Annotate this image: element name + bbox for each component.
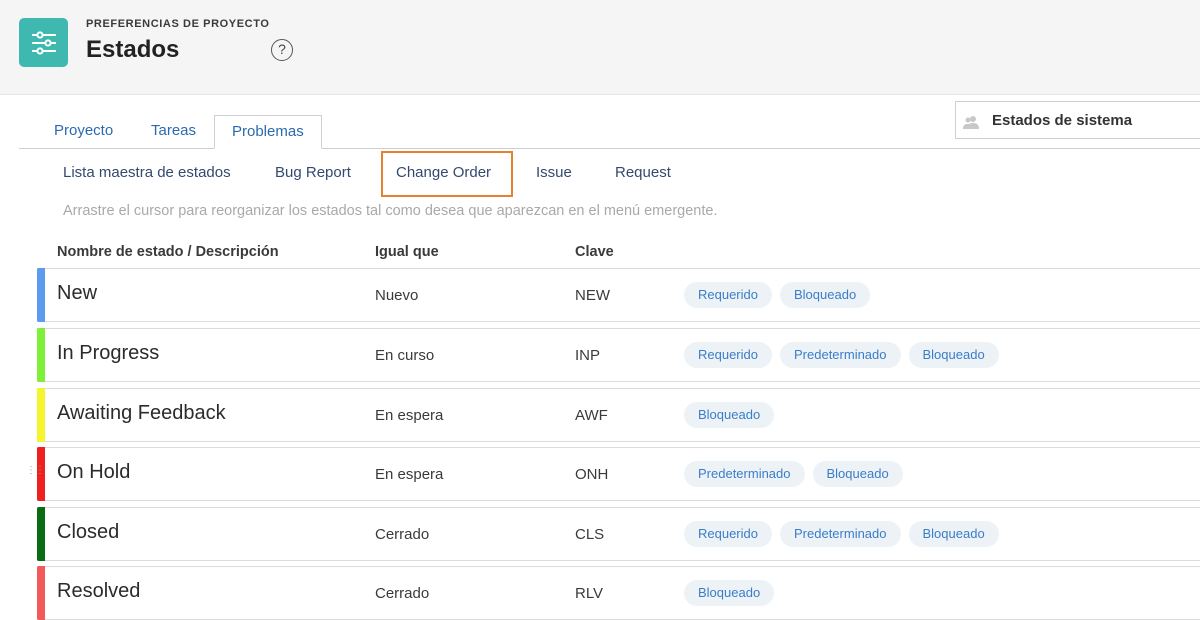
status-row[interactable]: Resolved Cerrado RLV Bloqueado bbox=[37, 566, 1200, 620]
subtab-request[interactable]: Request bbox=[615, 164, 671, 181]
help-icon[interactable]: ? bbox=[271, 39, 293, 61]
status-name[interactable]: Closed bbox=[57, 521, 119, 544]
page-eyebrow: PREFERENCIAS DE PROYECTO bbox=[86, 18, 270, 30]
status-name[interactable]: Resolved bbox=[57, 580, 140, 603]
status-color-bar bbox=[37, 507, 45, 561]
status-key: RLV bbox=[575, 585, 604, 602]
column-header-equal: Igual que bbox=[375, 244, 439, 260]
status-tag: Predeterminado bbox=[684, 461, 805, 487]
subtab-issue[interactable]: Issue bbox=[536, 164, 572, 181]
status-row[interactable]: New Nuevo NEW Requerido Bloqueado bbox=[37, 268, 1200, 322]
status-tags: Predeterminado Bloqueado bbox=[684, 461, 903, 487]
status-row[interactable]: Awaiting Feedback En espera AWF Bloqueado bbox=[37, 388, 1200, 442]
page-header: PREFERENCIAS DE PROYECTO Estados ? bbox=[0, 0, 1200, 95]
status-tags: Bloqueado bbox=[684, 402, 775, 428]
status-tag: Bloqueado bbox=[684, 580, 775, 606]
status-tag: Bloqueado bbox=[908, 342, 999, 368]
status-equal-to: En curso bbox=[375, 347, 435, 364]
system-statuses-dropdown[interactable]: Estados de sistema bbox=[955, 101, 1200, 139]
subtab-bug-report[interactable]: Bug Report bbox=[275, 164, 351, 181]
status-tag: Bloqueado bbox=[908, 521, 999, 547]
status-key: INP bbox=[575, 347, 601, 364]
subtab-master-list[interactable]: Lista maestra de estados bbox=[63, 164, 231, 181]
column-header-name: Nombre de estado / Descripción bbox=[57, 244, 279, 260]
status-row[interactable]: In Progress En curso INP Requerido Predeterm… bbox=[37, 328, 1200, 382]
status-equal-to: Cerrado bbox=[375, 526, 430, 543]
status-equal-to: Cerrado bbox=[375, 585, 430, 602]
status-tag: Bloqueado bbox=[780, 282, 871, 308]
status-key: ONH bbox=[575, 466, 609, 483]
status-tags: Requerido Predeterminado Bloqueado bbox=[684, 342, 999, 368]
status-name[interactable]: Awaiting Feedback bbox=[57, 402, 226, 425]
status-color-bar bbox=[37, 328, 45, 382]
tab-problemas[interactable]: Problemas bbox=[214, 115, 322, 149]
status-equal-to: En espera bbox=[375, 466, 444, 483]
status-name[interactable]: New bbox=[57, 282, 97, 305]
status-tags: Bloqueado bbox=[684, 580, 775, 606]
tab-proyecto[interactable]: Proyecto bbox=[54, 115, 113, 147]
status-equal-to: En espera bbox=[375, 407, 444, 424]
status-tags: Requerido Bloqueado bbox=[684, 282, 871, 308]
status-color-bar bbox=[37, 388, 45, 442]
status-tags: Requerido Predeterminado Bloqueado bbox=[684, 521, 999, 547]
status-tag: Bloqueado bbox=[684, 402, 775, 428]
status-color-bar bbox=[37, 268, 45, 322]
column-header-key: Clave bbox=[575, 244, 614, 260]
status-name[interactable]: In Progress bbox=[57, 342, 159, 365]
page-title: Estados bbox=[86, 36, 180, 63]
status-tag: Requerido bbox=[684, 342, 772, 368]
subtab-change-order[interactable]: Change Order bbox=[396, 164, 491, 181]
status-color-bar bbox=[37, 566, 45, 620]
status-tag: Requerido bbox=[684, 521, 772, 547]
status-row[interactable]: Closed Cerrado CLS Requerido Predeterminado B… bbox=[37, 507, 1200, 561]
system-statuses-label: Estados de sistema bbox=[992, 112, 1133, 129]
status-equal-to: Nuevo bbox=[375, 287, 419, 304]
drag-hint: Arrastre el cursor para reorganizar los … bbox=[63, 203, 718, 219]
status-tag: Bloqueado bbox=[812, 461, 903, 487]
status-row[interactable]: On Hold En espera ONH Predeterminado Bloquea… bbox=[37, 447, 1200, 501]
sliders-icon bbox=[19, 18, 68, 67]
drag-handle-icon[interactable]: ⋮⋮ bbox=[26, 465, 45, 476]
status-key: AWF bbox=[575, 407, 608, 424]
status-key: NEW bbox=[575, 287, 610, 304]
status-name[interactable]: On Hold bbox=[57, 461, 130, 484]
status-tag: Requerido bbox=[684, 282, 772, 308]
status-tag: Predeterminado bbox=[780, 521, 901, 547]
tab-tareas[interactable]: Tareas bbox=[151, 115, 196, 147]
status-tag: Predeterminado bbox=[780, 342, 901, 368]
people-icon bbox=[962, 115, 980, 134]
status-key: CLS bbox=[575, 526, 605, 543]
